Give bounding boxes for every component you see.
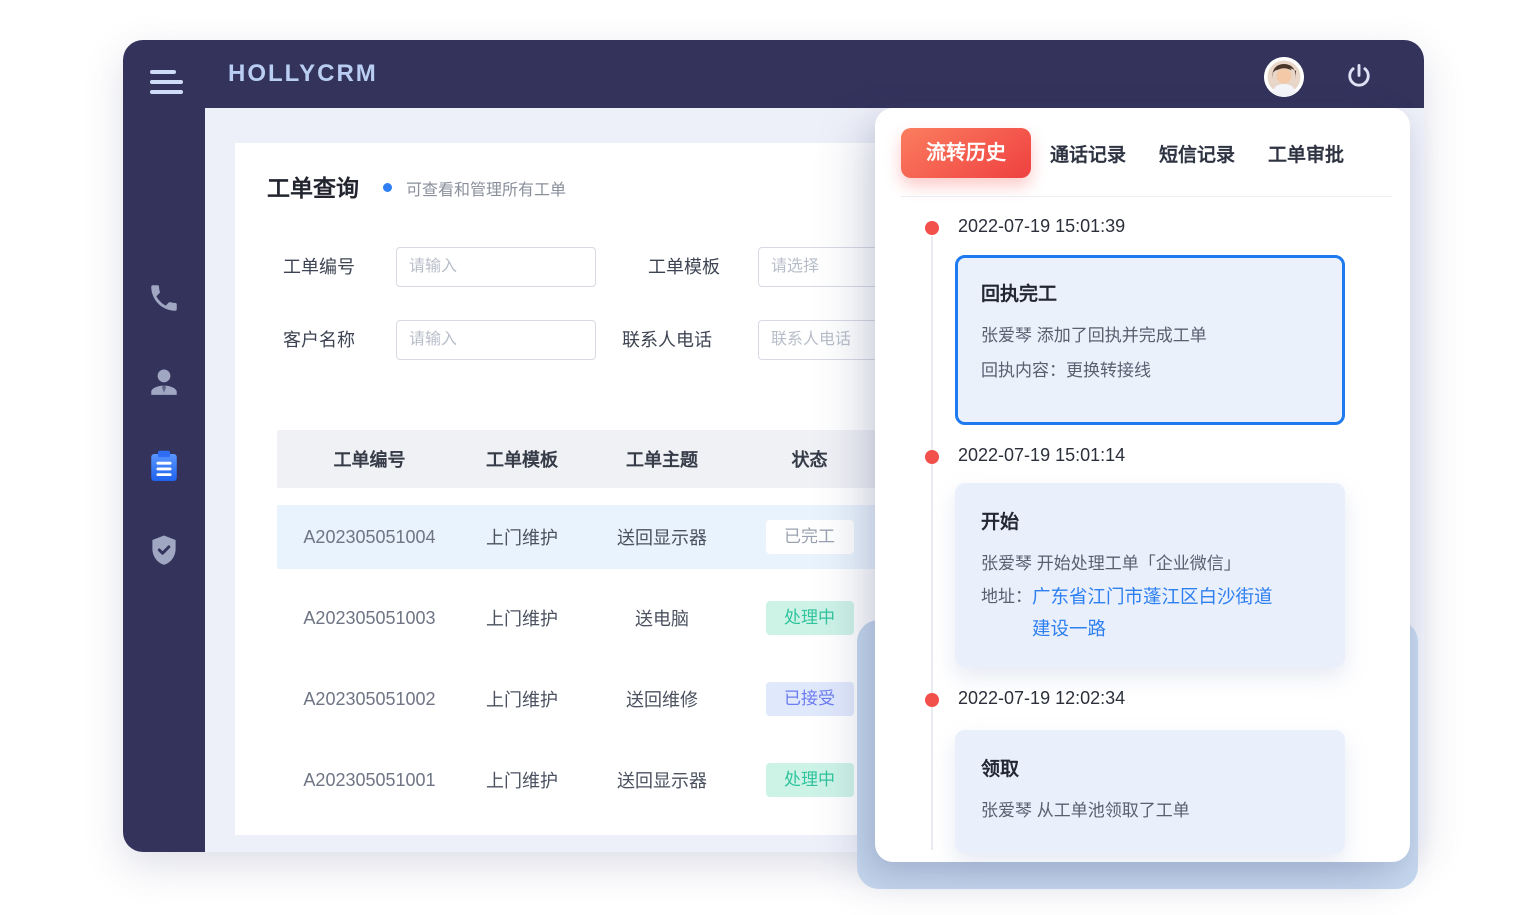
timeline-card-claimed[interactable]: 领取 张爱琴 从工单池领取了工单 xyxy=(955,730,1345,853)
timeline-timestamp: 2022-07-19 15:01:14 xyxy=(958,445,1125,466)
phone-icon xyxy=(147,281,181,315)
field-label-customer: 客户名称 xyxy=(283,320,355,360)
tab-circulation-history[interactable]: 流转历史 xyxy=(901,128,1031,178)
status-badge: 处理中 xyxy=(766,601,854,635)
app-logo: HOLLYCRM xyxy=(228,40,378,108)
timeline-timestamp: 2022-07-19 15:01:39 xyxy=(958,216,1125,237)
field-label-template: 工单模板 xyxy=(648,247,720,287)
header-workorder-id: 工单编号 xyxy=(277,446,462,472)
workorder-id-input[interactable] xyxy=(396,247,596,287)
field-label-contact-phone: 联系人电话 xyxy=(622,320,712,360)
tab-workorder-approval[interactable]: 工单审批 xyxy=(1268,140,1344,167)
sidebar xyxy=(123,108,205,852)
workorder-table: 工单编号 工单模板 工单主题 状态 A202305051004 上门维护 送回显… xyxy=(277,430,877,812)
timeline-card-completed[interactable]: 回执完工 张爱琴 添加了回执并完成工单 回执内容：更换转接线 xyxy=(955,255,1345,425)
table-row[interactable]: A202305051002 上门维护 送回维修 已接受 xyxy=(277,667,877,731)
page-head: 工单查询 可查看和管理所有工单 xyxy=(267,169,566,203)
title-dot xyxy=(383,183,392,192)
power-button[interactable] xyxy=(1344,61,1374,91)
timeline-dot xyxy=(925,693,939,707)
table-row[interactable]: A202305051004 上门维护 送回显示器 已完工 xyxy=(277,505,877,569)
clipboard-icon xyxy=(146,448,182,484)
timeline-line xyxy=(931,236,933,850)
tabs-divider xyxy=(901,196,1392,197)
sidebar-item-security[interactable] xyxy=(144,530,184,570)
tab-sms-records[interactable]: 短信记录 xyxy=(1159,140,1235,167)
sidebar-nav xyxy=(123,278,205,570)
table-row[interactable]: A202305051003 上门维护 送电脑 处理中 xyxy=(277,586,877,650)
sidebar-item-customers[interactable] xyxy=(144,362,184,402)
page-title: 工单查询 xyxy=(267,169,359,203)
workorder-query-card: 工单查询 可查看和管理所有工单 工单编号 工单模板 客户名称 联系人电话 工单编… xyxy=(235,143,877,835)
header-status: 状态 xyxy=(742,446,877,472)
detail-tabs: 流转历史 通话记录 短信记录 工单审批 xyxy=(901,128,1390,178)
power-icon xyxy=(1344,61,1374,91)
sidebar-item-workorders[interactable] xyxy=(144,446,184,486)
table-header: 工单编号 工单模板 工单主题 状态 xyxy=(277,430,877,488)
timeline-dot xyxy=(925,221,939,235)
top-bar: HOLLYCRM xyxy=(123,40,1424,108)
avatar-image xyxy=(1264,57,1304,97)
header-template: 工单模板 xyxy=(462,446,582,472)
status-badge: 已接受 xyxy=(766,682,854,716)
person-icon xyxy=(146,364,182,400)
status-badge: 已完工 xyxy=(766,520,854,554)
hamburger-icon xyxy=(150,70,184,94)
workorder-detail-panel: 流转历史 通话记录 短信记录 工单审批 2022-07-19 15:01:39 … xyxy=(875,108,1410,862)
sidebar-item-calls[interactable] xyxy=(144,278,184,318)
address-link[interactable]: 广东省江门市蓬江区白沙街道建设一路 xyxy=(1032,581,1284,645)
timeline-timestamp: 2022-07-19 12:02:34 xyxy=(958,688,1125,709)
status-badge: 处理中 xyxy=(766,763,854,797)
user-avatar[interactable] xyxy=(1264,57,1304,97)
hamburger-menu-button[interactable] xyxy=(150,70,184,96)
timeline-card-start[interactable]: 开始 张爱琴 开始处理工单「企业微信」 地址： 广东省江门市蓬江区白沙街道建设一… xyxy=(955,483,1345,667)
tab-call-records[interactable]: 通话记录 xyxy=(1050,140,1126,167)
header-subject: 工单主题 xyxy=(582,446,742,472)
field-label-workorder-id: 工单编号 xyxy=(283,247,355,287)
table-row[interactable]: A202305051001 上门维护 送回显示器 处理中 xyxy=(277,748,877,812)
shield-check-icon xyxy=(147,533,181,567)
page-subtitle: 可查看和管理所有工单 xyxy=(406,176,566,200)
timeline-dot xyxy=(925,450,939,464)
address-row: 地址： 广东省江门市蓬江区白沙街道建设一路 xyxy=(981,581,1319,645)
customer-name-input[interactable] xyxy=(396,320,596,360)
address-label: 地址： xyxy=(981,581,1032,645)
